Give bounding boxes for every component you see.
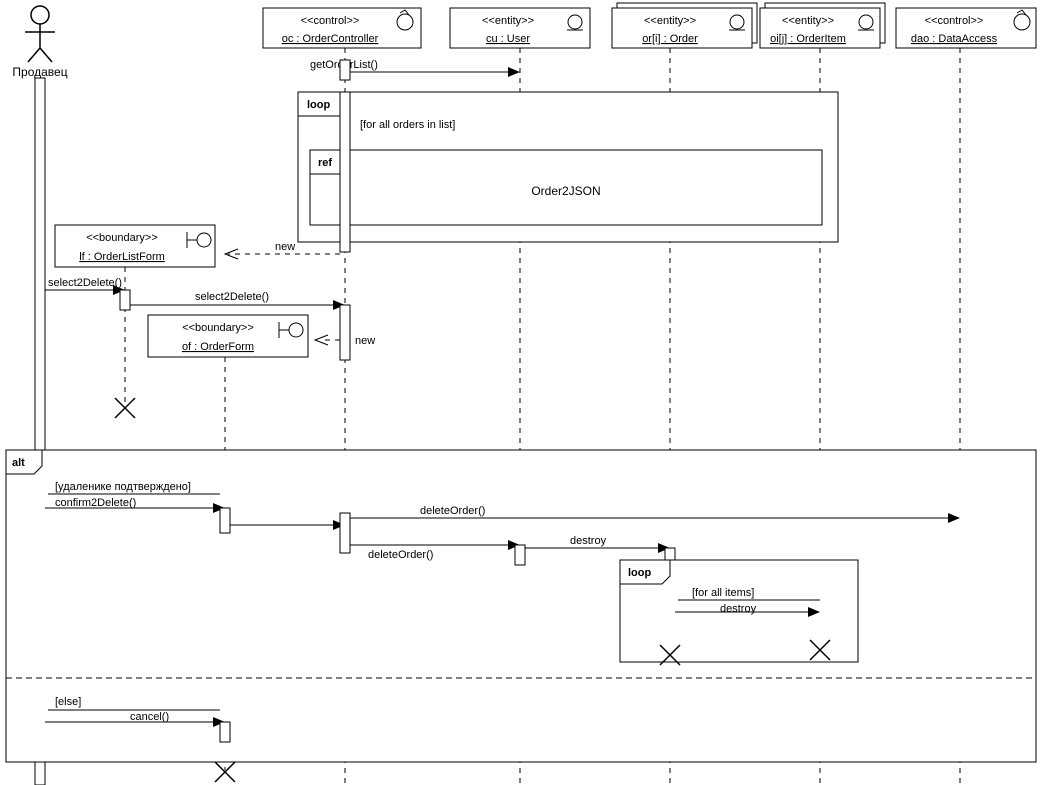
activation-oc-1 xyxy=(340,60,350,80)
svg-text:dao : DataAccess: dao : DataAccess xyxy=(911,33,998,45)
svg-text:<<control>>: <<control>> xyxy=(301,15,360,27)
svg-text:<<boundary>>: <<boundary>> xyxy=(182,322,254,334)
svg-text:select2Delete(): select2Delete() xyxy=(195,291,269,303)
activation-oc-3 xyxy=(340,513,350,553)
svg-text:of : OrderForm: of : OrderForm xyxy=(182,341,254,353)
svg-text:<<control>>: <<control>> xyxy=(925,15,984,27)
participant-cu: <<entity>> cu : User xyxy=(450,8,590,48)
svg-text:oc : OrderController: oc : OrderController xyxy=(282,33,379,45)
activation-of-1 xyxy=(220,508,230,533)
svg-text:lf : OrderListForm: lf : OrderListForm xyxy=(79,251,165,263)
svg-text:[удаленике подтверждено]: [удаленике подтверждено] xyxy=(55,481,191,493)
activation-cu-1 xyxy=(515,545,525,565)
activation-oc-2 xyxy=(340,305,350,360)
actor-label: Продавец xyxy=(12,65,67,79)
participant-or: <<entity>> or[i] : Order xyxy=(612,3,757,48)
svg-text:cancel(): cancel() xyxy=(130,711,169,723)
svg-text:oi[j] : OrderItem: oi[j] : OrderItem xyxy=(770,33,846,45)
svg-text:select2Delete(): select2Delete() xyxy=(48,277,122,289)
svg-text:deleteOrder(): deleteOrder() xyxy=(420,505,485,517)
message-select2Delete-actor: select2Delete() xyxy=(45,277,125,295)
svg-text:destroy: destroy xyxy=(720,603,757,615)
svg-text:or[i] : Order: or[i] : Order xyxy=(642,33,698,45)
participant-oi: <<entity>> oi[j] : OrderItem xyxy=(760,3,885,48)
svg-text:destroy: destroy xyxy=(570,535,607,547)
actor-seller: Продавец xyxy=(12,6,67,79)
participant-of: <<boundary>> of : OrderForm xyxy=(148,315,308,357)
svg-text:[for all orders in list]: [for all orders in list] xyxy=(360,119,455,131)
svg-text:<<entity>>: <<entity>> xyxy=(644,15,696,27)
participant-dao: <<control>> dao : DataAccess xyxy=(896,8,1036,48)
participant-lf: <<boundary>> lf : OrderListForm xyxy=(55,225,215,267)
svg-text:deleteOrder(): deleteOrder() xyxy=(368,549,433,561)
activation-of-2 xyxy=(220,722,230,742)
message-new-lf: new xyxy=(225,241,340,259)
participant-oc: <<control>> oc : OrderController xyxy=(263,8,421,48)
activation-lf-1 xyxy=(120,290,130,310)
activation-oc-loop xyxy=(340,92,350,252)
svg-text:<<boundary>>: <<boundary>> xyxy=(86,232,158,244)
fragment-ref: ref Order2JSON xyxy=(310,150,822,225)
svg-text:loop: loop xyxy=(307,99,330,111)
svg-text:[else]: [else] xyxy=(55,696,81,708)
svg-text:[for all items]: [for all items] xyxy=(692,587,754,599)
svg-text:ref: ref xyxy=(318,157,332,169)
sequence-diagram: Продавец <<control>> oc : OrderControlle… xyxy=(0,0,1040,785)
svg-text:cu : User: cu : User xyxy=(486,33,530,45)
svg-text:new: new xyxy=(355,335,375,347)
svg-text:<<entity>>: <<entity>> xyxy=(482,15,534,27)
svg-text:new: new xyxy=(275,241,295,253)
svg-text:confirm2Delete(): confirm2Delete() xyxy=(55,497,136,509)
svg-text:<<entity>>: <<entity>> xyxy=(782,15,834,27)
svg-text:alt: alt xyxy=(12,457,25,469)
destroy-of xyxy=(215,762,235,782)
svg-text:Order2JSON: Order2JSON xyxy=(531,184,600,198)
svg-text:loop: loop xyxy=(628,567,651,579)
message-select2Delete-lf: select2Delete() xyxy=(130,291,345,310)
